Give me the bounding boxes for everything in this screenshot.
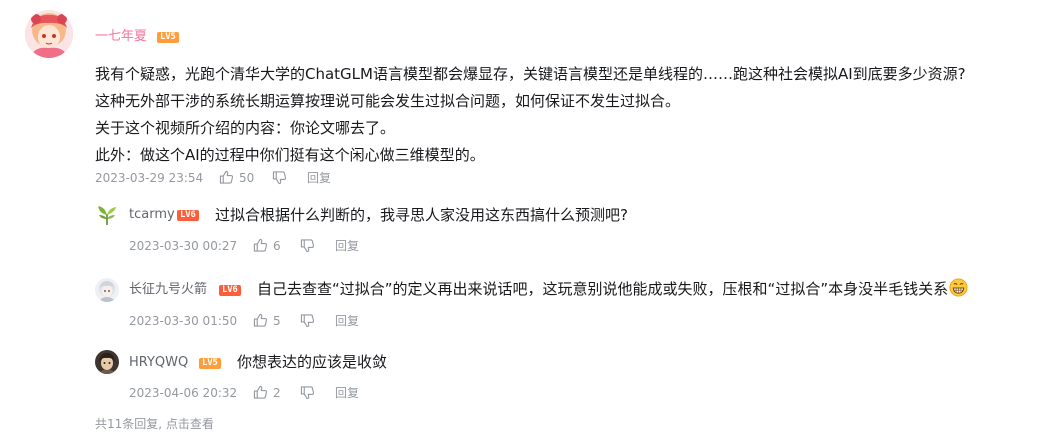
thumb-down-icon bbox=[272, 171, 287, 185]
like-count: 6 bbox=[273, 239, 281, 253]
reply-avatar[interactable] bbox=[95, 203, 119, 227]
reply-username[interactable]: HRYQWQ bbox=[129, 354, 188, 372]
grinning-emoji-icon bbox=[949, 278, 968, 303]
like-button[interactable] bbox=[253, 238, 268, 252]
main-comment-avatar[interactable] bbox=[25, 10, 73, 58]
comment-time: 2023-03-30 01:50 bbox=[129, 314, 238, 328]
like-count: 5 bbox=[273, 314, 281, 328]
reply-username[interactable]: tcarmy bbox=[129, 206, 175, 224]
reply-button[interactable]: 回复 bbox=[335, 313, 359, 329]
main-comment-line: 此外：做这个AI的过程中你们挺有这个闲心做三维模型的。 bbox=[95, 146, 485, 164]
dislike-button[interactable] bbox=[300, 239, 315, 253]
like-button[interactable] bbox=[219, 170, 234, 184]
like-button[interactable] bbox=[253, 385, 268, 399]
reply-content: 过拟合根据什么判断的，我寻思人家没用这东西搞什么预测吧? bbox=[215, 206, 628, 224]
level-badge: LV6 bbox=[219, 285, 241, 296]
dark-character-avatar-icon bbox=[95, 350, 119, 374]
main-comment-line: 关于这个视频所介绍的内容：你论文哪去了。 bbox=[95, 119, 396, 137]
anime-girl-avatar-icon bbox=[25, 10, 73, 58]
leaf-plant-avatar-icon bbox=[95, 203, 119, 227]
thumb-up-icon bbox=[219, 170, 234, 184]
dislike-button[interactable] bbox=[272, 171, 287, 185]
thumb-up-icon bbox=[253, 385, 268, 399]
level-badge: LV5 bbox=[199, 358, 221, 369]
reply-username[interactable]: 长征九号火箭 bbox=[129, 281, 207, 299]
comment-time: 2023-03-29 23:54 bbox=[95, 171, 204, 185]
level-badge: LV6 bbox=[177, 210, 199, 221]
level-badge: LV5 bbox=[157, 32, 179, 43]
view-more-replies-link[interactable]: 共11条回复, 点击查看 bbox=[95, 416, 214, 432]
reply-content: 自己去查查“过拟合”的定义再出来说话吧，这玩意别说他能成或失败，压根和“过拟合”… bbox=[257, 278, 968, 303]
white-hair-character-avatar-icon bbox=[95, 278, 119, 302]
reply-content: 你想表达的应该是收敛 bbox=[237, 353, 388, 371]
thumb-down-icon bbox=[300, 239, 315, 253]
thumb-up-icon bbox=[253, 238, 268, 252]
reply-button[interactable]: 回复 bbox=[335, 385, 359, 401]
main-comment-username[interactable]: 一七年夏 bbox=[95, 28, 147, 46]
main-comment-content: 我有个疑惑，光跑个清华大学的ChatGLM语言模型都会爆显存，关键语言模型还是单… bbox=[95, 61, 1045, 169]
reply-avatar[interactable] bbox=[95, 278, 119, 302]
thumb-down-icon bbox=[300, 314, 315, 328]
reply-button[interactable]: 回复 bbox=[307, 170, 331, 186]
main-comment-line: 我有个疑惑，光跑个清华大学的ChatGLM语言模型都会爆显存，关键语言模型还是单… bbox=[95, 65, 966, 83]
reply-button[interactable]: 回复 bbox=[335, 238, 359, 254]
main-comment-line: 这种无外部干涉的系统长期运算按理说可能会发生过拟合问题，如何保证不发生过拟合。 bbox=[95, 92, 681, 110]
thumb-down-icon bbox=[300, 386, 315, 400]
dislike-button[interactable] bbox=[300, 314, 315, 328]
main-comment-meta: 2023-03-29 23:54 bbox=[95, 170, 203, 186]
thumb-up-icon bbox=[253, 313, 268, 327]
reply-text: 自己去查查“过拟合”的定义再出来说话吧，这玩意别说他能成或失败，压根和“过拟合”… bbox=[257, 280, 949, 298]
like-button[interactable] bbox=[253, 313, 268, 327]
like-count: 2 bbox=[273, 386, 281, 400]
dislike-button[interactable] bbox=[300, 386, 315, 400]
like-count: 50 bbox=[239, 171, 255, 185]
reply-avatar[interactable] bbox=[95, 350, 119, 374]
comment-time: 2023-04-06 20:32 bbox=[129, 386, 238, 400]
comment-time: 2023-03-30 00:27 bbox=[129, 239, 238, 253]
